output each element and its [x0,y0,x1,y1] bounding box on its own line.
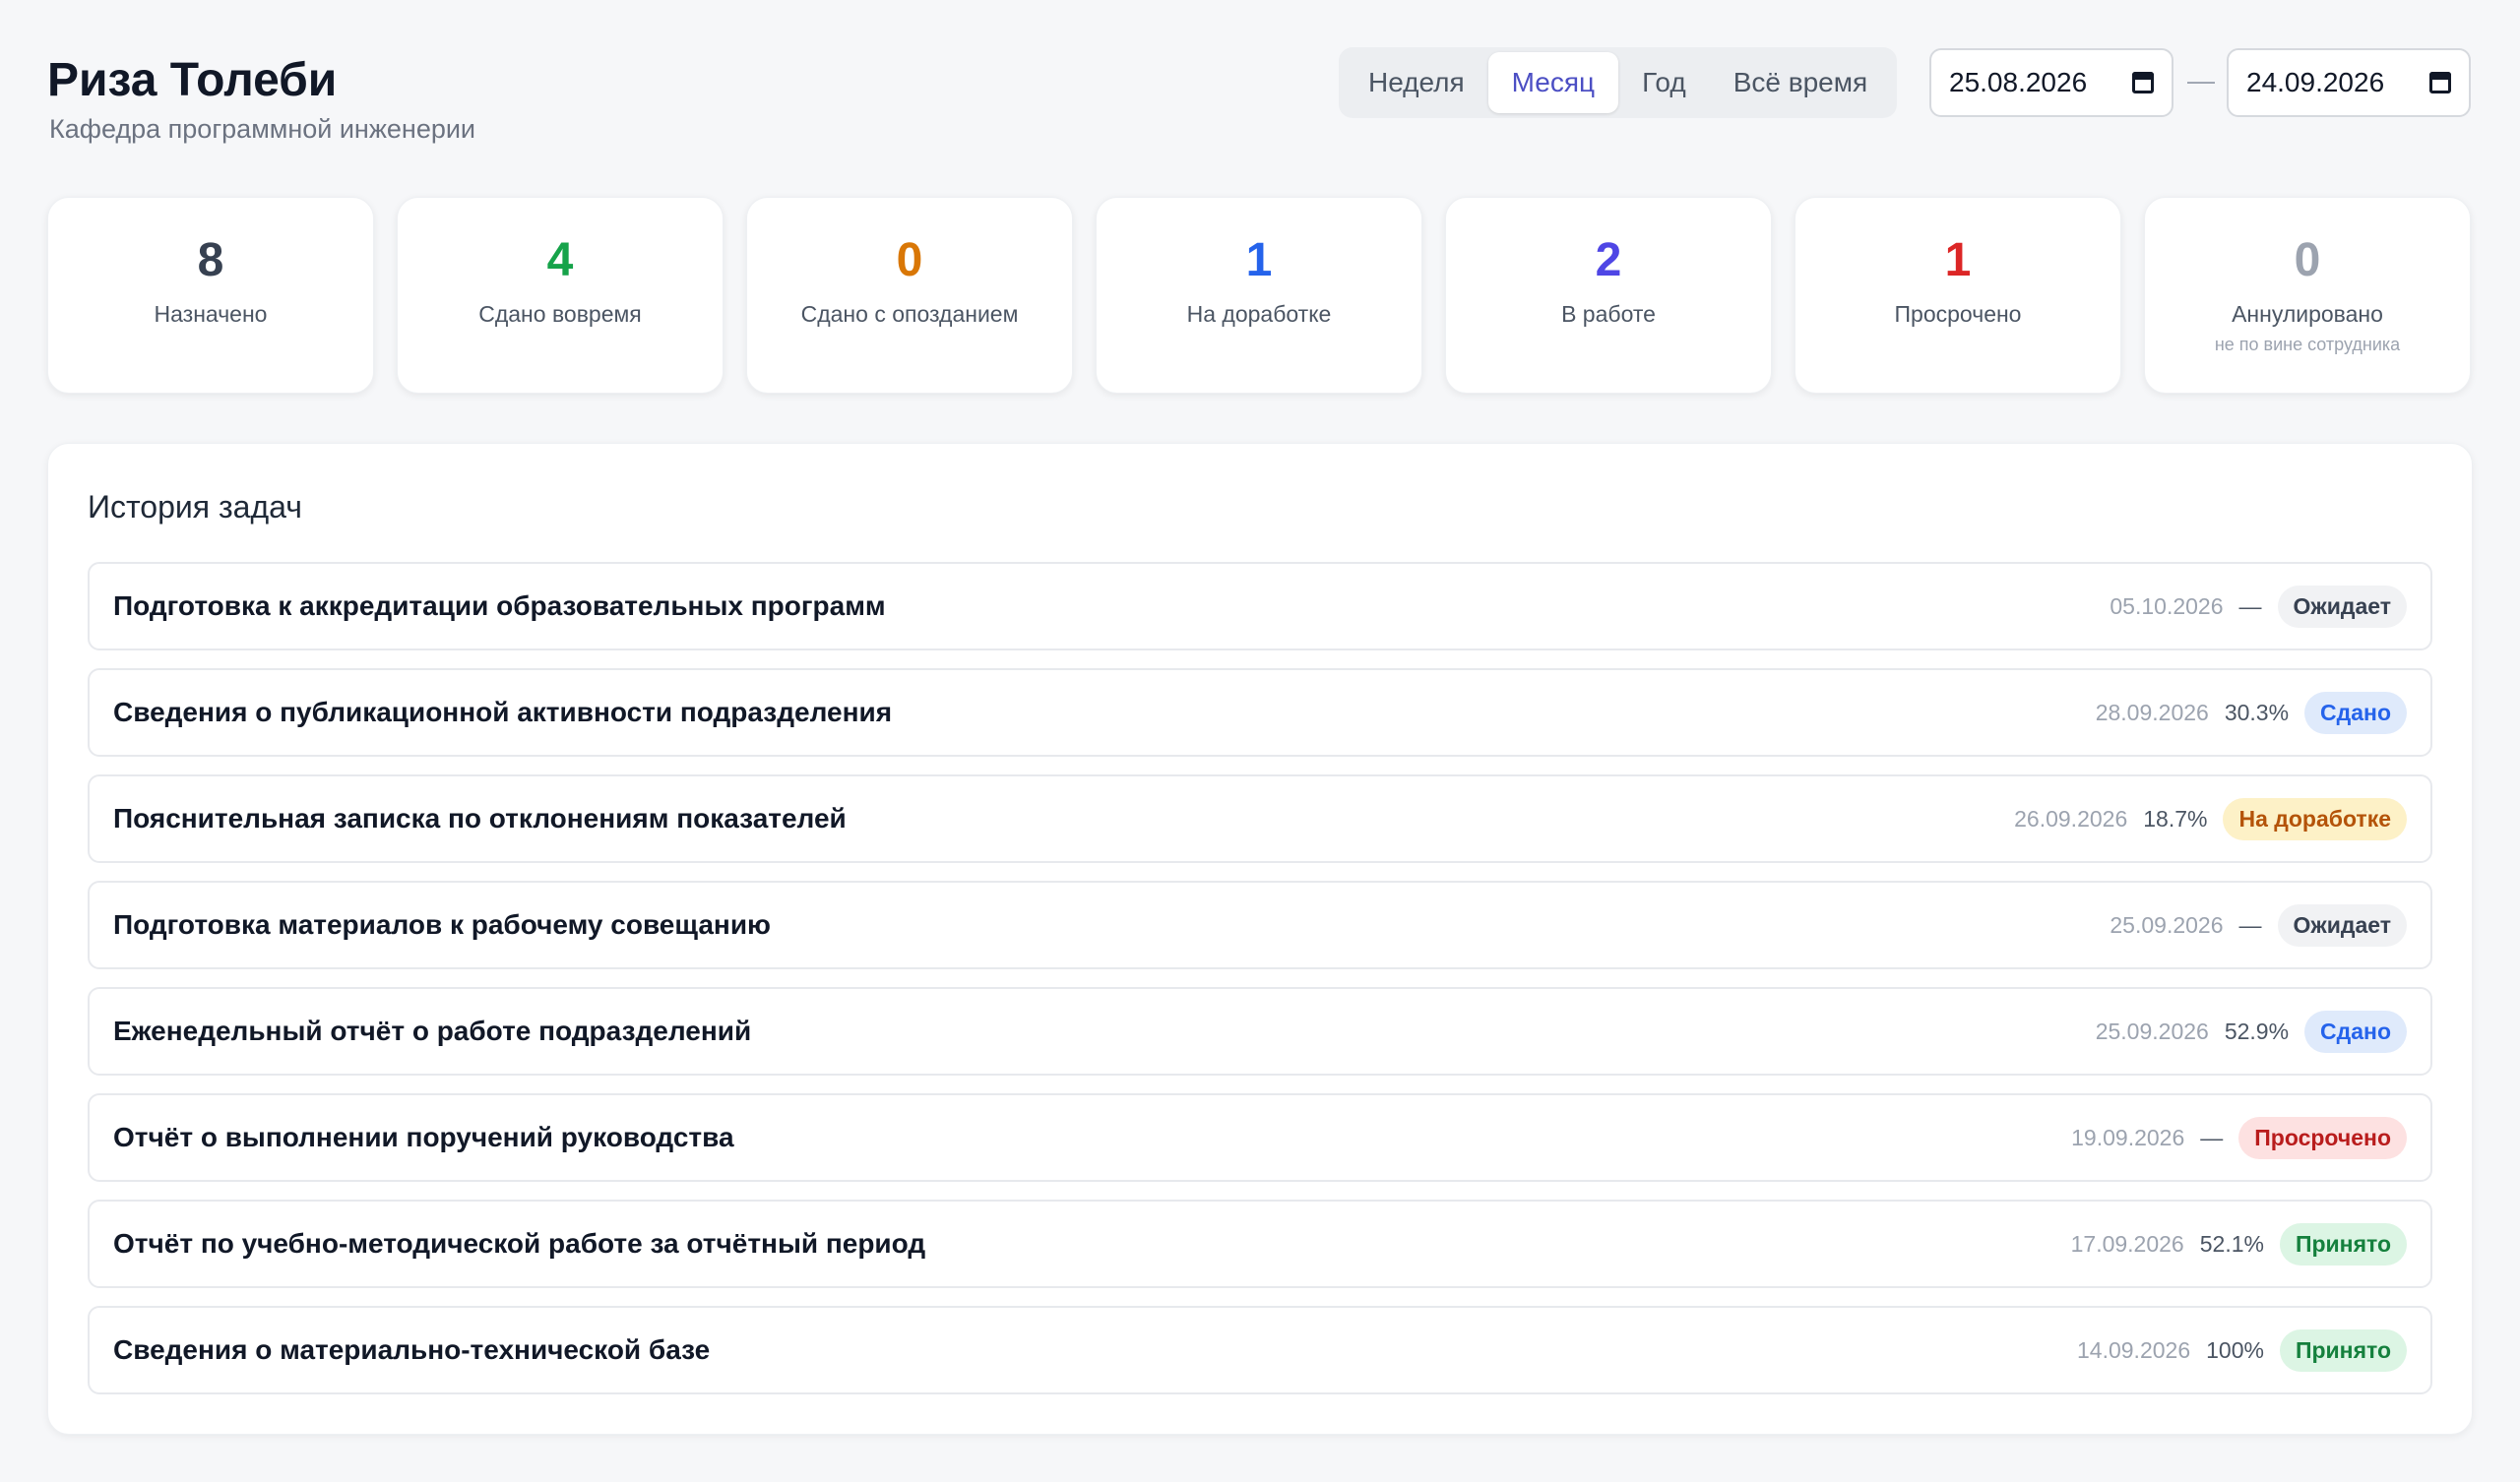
stat-label: Аннулировано [2232,301,2383,327]
task-percent: — [2200,1124,2224,1150]
task-percent: — [2238,911,2262,938]
task-title: Отчёт по учебно-методической работе за о… [113,1228,926,1259]
task-row[interactable]: Сведения о публикационной активности под… [88,668,2432,757]
task-row[interactable]: Сведения о материально-технической базе 1… [88,1306,2432,1394]
task-list: Подготовка к аккредитации образовательны… [88,562,2432,1412]
task-percent: 30.3% [2224,699,2290,725]
task-meta: 17.09.2026 52.1% Принято [2070,1222,2407,1266]
task-due-date: 14.09.2026 [2077,1336,2191,1363]
page-header: Риза Толеби Кафедра программной инженери… [47,0,2473,167]
task-meta: 05.10.2026 — Ожидает [2110,585,2407,628]
task-percent: 18.7% [2143,805,2208,832]
status-badge: Ожидает [2277,903,2407,947]
dashboard-page: Риза Толеби Кафедра программной инженери… [47,0,2473,1435]
date-from-value: 25.08.2026 [1949,67,2088,97]
date-to-value: 24.09.2026 [2246,67,2385,97]
task-row[interactable]: Отчёт о выполнении поручений руководства… [88,1093,2432,1182]
task-title: Сведения о публикационной активности под… [113,697,893,727]
stat-value: 0 [896,234,923,286]
status-badge: На доработке [2223,797,2407,840]
stat-value: 2 [1595,234,1622,286]
stat-label: На доработке [1186,301,1332,327]
task-meta: 19.09.2026 — Просрочено [2071,1116,2407,1159]
task-row[interactable]: Подготовка к аккредитации образовательны… [88,562,2432,650]
stat-label: Просрочено [1894,301,2022,327]
task-history-title: История задач [88,489,302,525]
stat-label: В работе [1561,301,1656,327]
task-title: Отчёт о выполнении поручений руководства [113,1122,734,1152]
calendar-icon[interactable] [2132,72,2154,93]
stat-value: 8 [197,234,224,286]
date-from-input[interactable]: 25.08.2026 [1929,48,2174,117]
stats-row: 8 Назначено 4 Сдано вовремя 0 Сдано с опоздан… [47,197,2473,394]
period-switcher: Неделя Месяц Год Всё время [1339,47,1898,118]
status-badge: Просрочено [2238,1116,2407,1159]
task-row[interactable]: Пояснительная записка по отклонениям пок… [88,774,2432,863]
task-percent: 100% [2206,1336,2264,1363]
stat-value: 4 [546,234,574,286]
task-title: Подготовка к аккредитации образовательны… [113,590,886,621]
task-title: Сведения о материально-технической базе [113,1334,711,1365]
stat-rework-card: 1 На доработке [1096,197,1422,394]
period-month-button[interactable]: Месяц [1487,52,1619,113]
task-percent: 52.9% [2224,1018,2290,1044]
task-due-date: 25.09.2026 [2095,1018,2209,1044]
task-meta: 26.09.2026 18.7% На доработке [2014,797,2407,840]
status-badge: Принято [2279,1222,2407,1266]
calendar-icon[interactable] [2429,72,2451,93]
task-due-date: 17.09.2026 [2070,1230,2184,1257]
task-due-date: 26.09.2026 [2014,805,2128,832]
task-due-date: 28.09.2026 [2095,699,2209,725]
stat-in-progress-card: 2 В работе [1445,197,1772,394]
task-percent: 52.1% [2199,1230,2264,1257]
employee-name: Риза Толеби [47,54,338,106]
stat-label: Сдано вовремя [478,301,642,327]
task-due-date: 19.09.2026 [2071,1124,2185,1150]
period-week-button[interactable]: Неделя [1345,52,1488,113]
task-title: Еженедельный отчёт о работе подразделени… [113,1016,752,1046]
task-due-date: 25.09.2026 [2110,911,2224,938]
task-meta: 28.09.2026 30.3% Сдано [2095,691,2407,734]
task-due-date: 05.10.2026 [2110,592,2224,619]
task-meta: 25.09.2026 — Ожидает [2110,903,2407,947]
status-badge: Ожидает [2277,585,2407,628]
task-meta: 14.09.2026 100% Принято [2077,1328,2407,1372]
stat-label: Сдано с опозданием [800,301,1019,327]
task-title: Подготовка материалов к рабочему совещан… [113,909,771,940]
task-row[interactable]: Еженедельный отчёт о работе подразделени… [88,987,2432,1076]
task-history-panel: История задач Подготовка к аккредитации … [47,443,2473,1435]
stat-value: 1 [1944,234,1972,286]
status-badge: Принято [2279,1328,2407,1372]
task-percent: — [2238,592,2262,619]
status-badge: Сдано [2304,1010,2407,1053]
department-name: Кафедра программной инженерии [49,114,476,144]
stat-overdue-card: 1 Просрочено [1795,197,2121,394]
stat-value: 0 [2294,234,2321,286]
stat-note: не по вине сотрудника [2214,335,2401,354]
task-row[interactable]: Отчёт по учебно-методической работе за о… [88,1200,2432,1288]
stat-label: Назначено [154,301,268,327]
stat-value: 1 [1245,234,1273,286]
stat-late-card: 0 Сдано с опозданием [746,197,1073,394]
period-all-time-button[interactable]: Всё время [1710,52,1891,113]
date-range-separator: — [2187,65,2215,95]
stat-cancelled-card: 0 Аннулировано не по вине сотрудника [2144,197,2471,394]
date-to-input[interactable]: 24.09.2026 [2227,48,2471,117]
stat-on-time-card: 4 Сдано вовремя [397,197,724,394]
task-row[interactable]: Подготовка материалов к рабочему совещан… [88,881,2432,969]
period-year-button[interactable]: Год [1618,52,1710,113]
status-badge: Сдано [2304,691,2407,734]
task-meta: 25.09.2026 52.9% Сдано [2095,1010,2407,1053]
task-title: Пояснительная записка по отклонениям пок… [113,803,847,834]
stat-assigned-card: 8 Назначено [47,197,374,394]
